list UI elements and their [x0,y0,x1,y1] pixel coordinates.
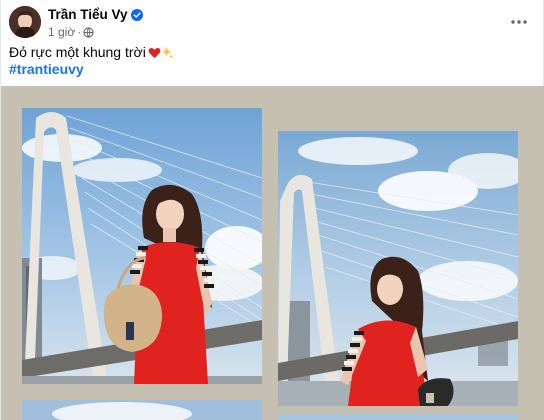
author-avatar[interactable] [9,6,41,38]
verified-badge-icon [130,9,143,24]
post-header: Trần Tiểu Vy 1 giờ · [1,0,544,42]
meta-separator: · [77,25,82,39]
photo-1[interactable] [22,108,262,384]
photo-4[interactable] [278,414,518,420]
hashtag-link[interactable]: #trantieuvy [9,61,84,77]
author-name-text[interactable]: Trần Tiểu Vy [48,7,128,22]
post-time[interactable]: 1 giờ [48,25,75,39]
post-meta: 1 giờ · [48,25,94,41]
photo-grid [1,86,544,420]
more-options-icon[interactable] [505,8,533,36]
caption-text: Đỏ rực một khung trời [9,44,146,60]
author-name[interactable]: Trần Tiểu Vy [48,7,143,24]
red-heart-emoji [148,45,161,64]
photo-2[interactable] [278,131,518,406]
photo-3[interactable] [22,400,262,420]
sparkles-emoji [161,45,174,64]
globe-icon[interactable] [83,27,94,41]
feed-post: Trần Tiểu Vy 1 giờ · Đỏ rực một khung trờ… [0,0,544,420]
